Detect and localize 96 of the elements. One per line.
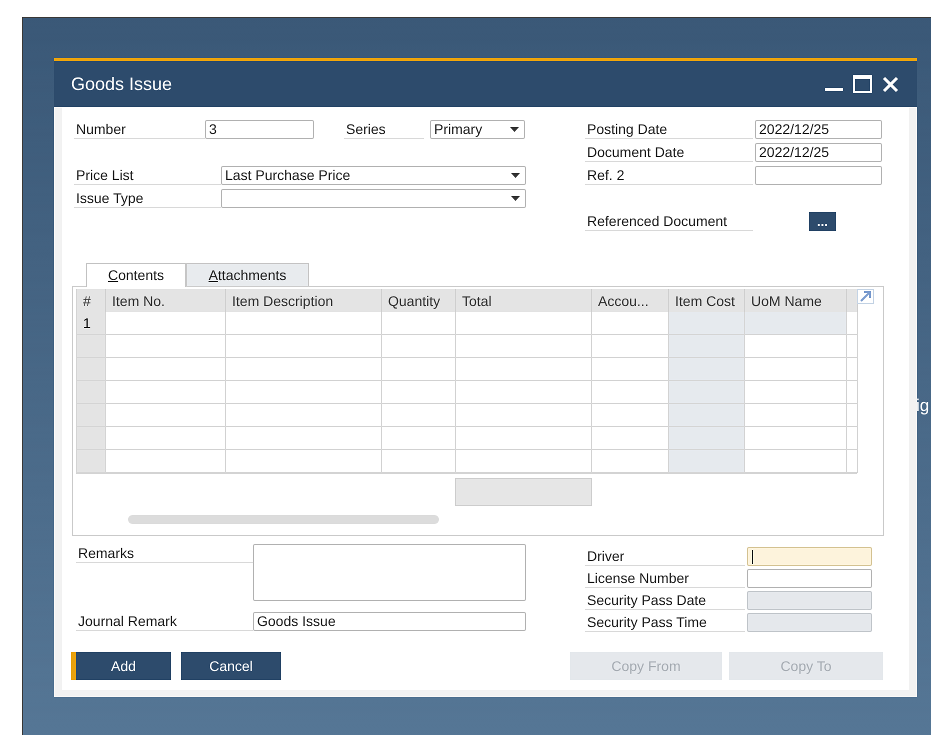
table-cell[interactable] [226, 381, 382, 404]
scrollbar-thumb[interactable] [128, 515, 439, 524]
field-label: Ref. 2 [585, 166, 753, 185]
table-cell[interactable] [456, 404, 592, 427]
input-field[interactable]: Goods Issue [253, 612, 526, 631]
table-cell[interactable] [106, 381, 226, 404]
input-field[interactable] [747, 569, 872, 588]
tab[interactable]: Attachments [186, 263, 309, 286]
window-title: Goods Issue [71, 74, 172, 94]
input-field[interactable]: 2022/12/25 [755, 120, 882, 139]
table-cell[interactable] [669, 427, 745, 450]
maximize-icon[interactable] [853, 75, 872, 93]
field-label: Remarks [76, 544, 253, 563]
table-cell[interactable] [669, 381, 745, 404]
table-cell[interactable] [847, 312, 858, 335]
input-field[interactable]: 3 [205, 120, 314, 139]
table-cell[interactable] [106, 358, 226, 381]
field-label: Journal Remark [76, 612, 253, 631]
table-cell[interactable] [592, 335, 669, 358]
tab[interactable]: Contents [86, 263, 186, 287]
table-cell[interactable] [592, 358, 669, 381]
table-cell[interactable] [106, 427, 226, 450]
table-cell[interactable] [669, 450, 745, 473]
table-cell[interactable] [745, 427, 847, 450]
table-cell[interactable] [745, 312, 847, 335]
field-label: Price List [74, 166, 221, 185]
table-cell[interactable] [592, 312, 669, 335]
table-cell[interactable] [226, 335, 382, 358]
dropdown-field[interactable]: Primary [430, 120, 525, 139]
table-cell[interactable] [456, 335, 592, 358]
table-cell[interactable] [847, 381, 858, 404]
action-button[interactable]: Add [71, 652, 171, 680]
table-cell[interactable] [745, 358, 847, 381]
table-cell[interactable] [456, 450, 592, 473]
field-label: Series [344, 120, 424, 139]
table-cell[interactable] [106, 404, 226, 427]
table-cell[interactable] [382, 312, 456, 335]
dropdown-arrow-icon[interactable] [511, 173, 520, 178]
table-cell[interactable] [106, 312, 226, 335]
table-cell[interactable] [456, 312, 592, 335]
table-cell[interactable] [382, 404, 456, 427]
text-area[interactable] [253, 544, 526, 601]
table-cell[interactable] [592, 427, 669, 450]
browse-button[interactable]: ... [809, 212, 836, 231]
table-cell[interactable] [226, 358, 382, 381]
field-label: Driver [585, 547, 745, 566]
input-field[interactable] [755, 166, 882, 185]
table-cell[interactable] [226, 427, 382, 450]
field-label: Document Date [585, 143, 753, 162]
table-cell[interactable] [592, 450, 669, 473]
field-label: Security Pass Time [585, 613, 745, 632]
table-cell[interactable] [106, 450, 226, 473]
field-label: Issue Type [74, 189, 221, 208]
table-cell[interactable] [847, 404, 858, 427]
table-cell[interactable] [592, 404, 669, 427]
table-cell[interactable] [847, 450, 858, 473]
field-label: Security Pass Date [585, 591, 745, 610]
table-cell[interactable] [456, 381, 592, 404]
table-cell[interactable] [382, 358, 456, 381]
table-cell[interactable] [745, 404, 847, 427]
table-cell[interactable] [669, 335, 745, 358]
table-cell[interactable] [226, 404, 382, 427]
row-number-cell: 1 [77, 312, 106, 335]
table-cell[interactable] [106, 335, 226, 358]
text-cursor [752, 550, 753, 564]
field-label: Posting Date [585, 120, 753, 139]
dropdown-arrow-icon[interactable] [510, 127, 519, 132]
field-label: License Number [585, 569, 745, 588]
table-cell[interactable] [382, 381, 456, 404]
table-cell[interactable] [226, 450, 382, 473]
table-cell[interactable] [847, 358, 858, 381]
table-cell[interactable] [847, 335, 858, 358]
close-icon[interactable] [882, 76, 899, 92]
table-cell[interactable] [592, 381, 669, 404]
background-text: ig [916, 396, 930, 416]
table-cell[interactable] [669, 404, 745, 427]
dropdown-field[interactable] [221, 189, 526, 208]
table-cell[interactable] [382, 335, 456, 358]
table-cell[interactable] [382, 450, 456, 473]
table-cell[interactable] [669, 358, 745, 381]
table-cell[interactable] [382, 427, 456, 450]
dropdown-arrow-icon[interactable] [511, 196, 520, 201]
table-cell[interactable] [456, 427, 592, 450]
action-button[interactable]: Cancel [181, 652, 281, 680]
table-cell[interactable] [745, 335, 847, 358]
table-cell[interactable] [226, 312, 382, 335]
table-cell[interactable] [669, 312, 745, 335]
table-cell[interactable] [456, 358, 592, 381]
expand-icon[interactable] [857, 289, 874, 304]
dropdown-field[interactable]: Last Purchase Price [221, 166, 526, 185]
table-cell[interactable] [847, 427, 858, 450]
input-field[interactable] [747, 547, 872, 566]
field-label: Referenced Document [585, 212, 753, 231]
table-cell[interactable] [745, 450, 847, 473]
input-field[interactable]: 2022/12/25 [755, 143, 882, 162]
table-cell[interactable] [745, 381, 847, 404]
